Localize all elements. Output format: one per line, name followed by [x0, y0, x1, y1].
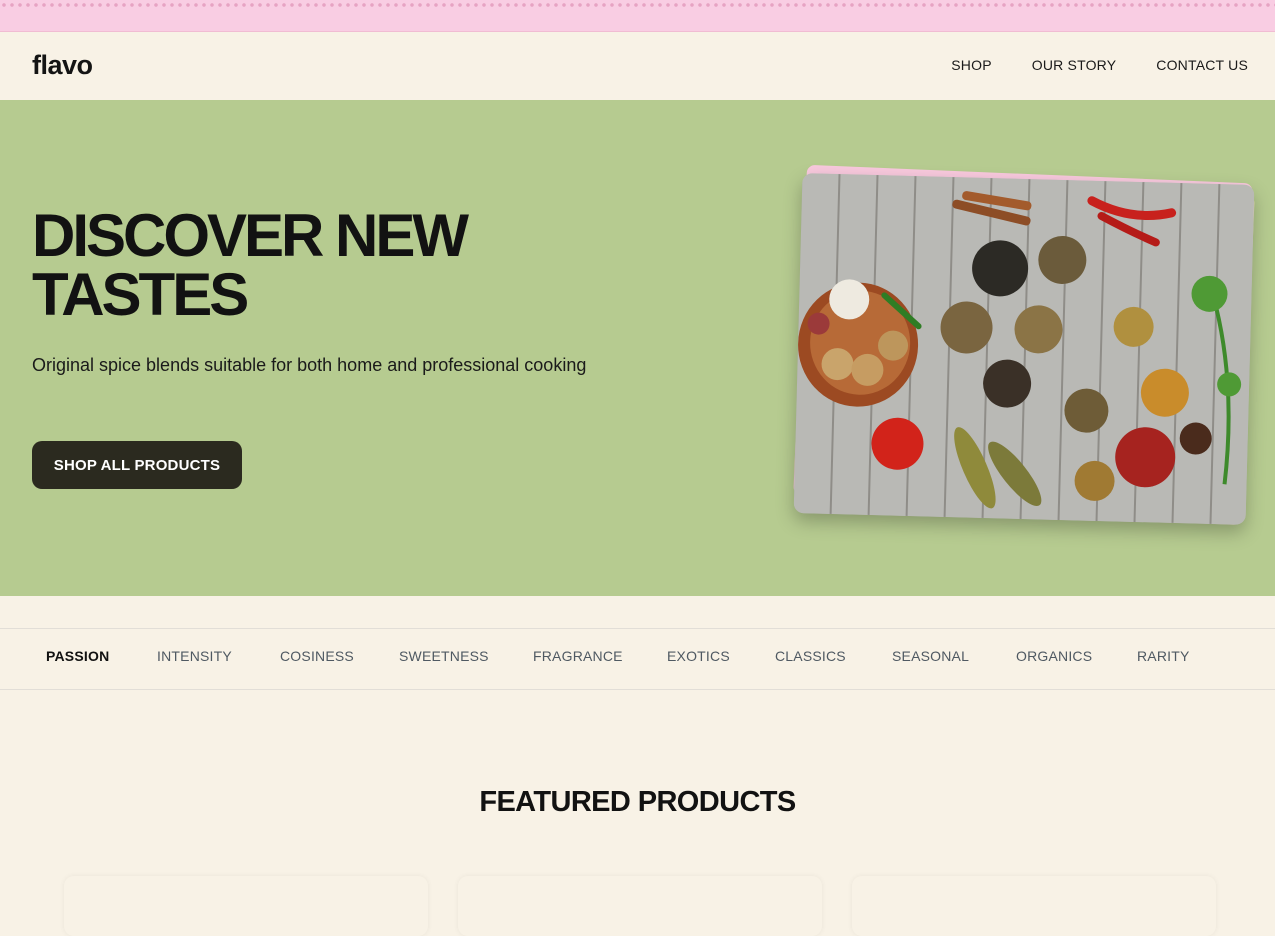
- main-nav: SHOP OUR STORY CONTACT US: [951, 57, 1248, 73]
- tab-classics[interactable]: CLASSICS: [775, 648, 846, 664]
- hero-title: DISCOVER NEW TASTES: [32, 202, 469, 328]
- tab-fragrance[interactable]: FRAGRANCE: [533, 648, 623, 664]
- nav-shop[interactable]: SHOP: [951, 57, 991, 73]
- spices-illustration: [793, 173, 1255, 525]
- tab-exotics[interactable]: EXOTICS: [667, 648, 730, 664]
- site-header: flavo SHOP OUR STORY CONTACT US: [0, 32, 1275, 100]
- promo-band: [0, 0, 1275, 32]
- tab-passion[interactable]: PASSION: [46, 648, 109, 664]
- category-tabs: PASSION INTENSITY COSINESS SWEETNESS FRA…: [0, 628, 1275, 690]
- tab-intensity[interactable]: INTENSITY: [157, 648, 232, 664]
- tab-rarity[interactable]: RARITY: [1137, 648, 1190, 664]
- nav-contact-us[interactable]: CONTACT US: [1156, 57, 1248, 73]
- tab-seasonal[interactable]: SEASONAL: [892, 648, 969, 664]
- hero-subtitle: Original spice blends suitable for both …: [32, 355, 587, 375]
- logo[interactable]: flavo: [32, 50, 93, 81]
- hero-image: [793, 173, 1255, 525]
- tab-organics[interactable]: ORGANICS: [1016, 648, 1092, 664]
- tab-sweetness[interactable]: SWEETNESS: [399, 648, 489, 664]
- product-card[interactable]: [64, 876, 428, 936]
- product-card[interactable]: [458, 876, 822, 936]
- nav-our-story[interactable]: OUR STORY: [1032, 57, 1117, 73]
- featured-products-heading: FEATURED PRODUCTS: [479, 786, 796, 818]
- product-card[interactable]: [852, 876, 1216, 936]
- tab-cosiness[interactable]: COSINESS: [280, 648, 354, 664]
- shop-all-products-button[interactable]: SHOP ALL PRODUCTS: [32, 441, 242, 489]
- dot-pattern: [0, 2, 1275, 8]
- hero-section: DISCOVER NEW TASTES Original spice blend…: [0, 100, 1275, 596]
